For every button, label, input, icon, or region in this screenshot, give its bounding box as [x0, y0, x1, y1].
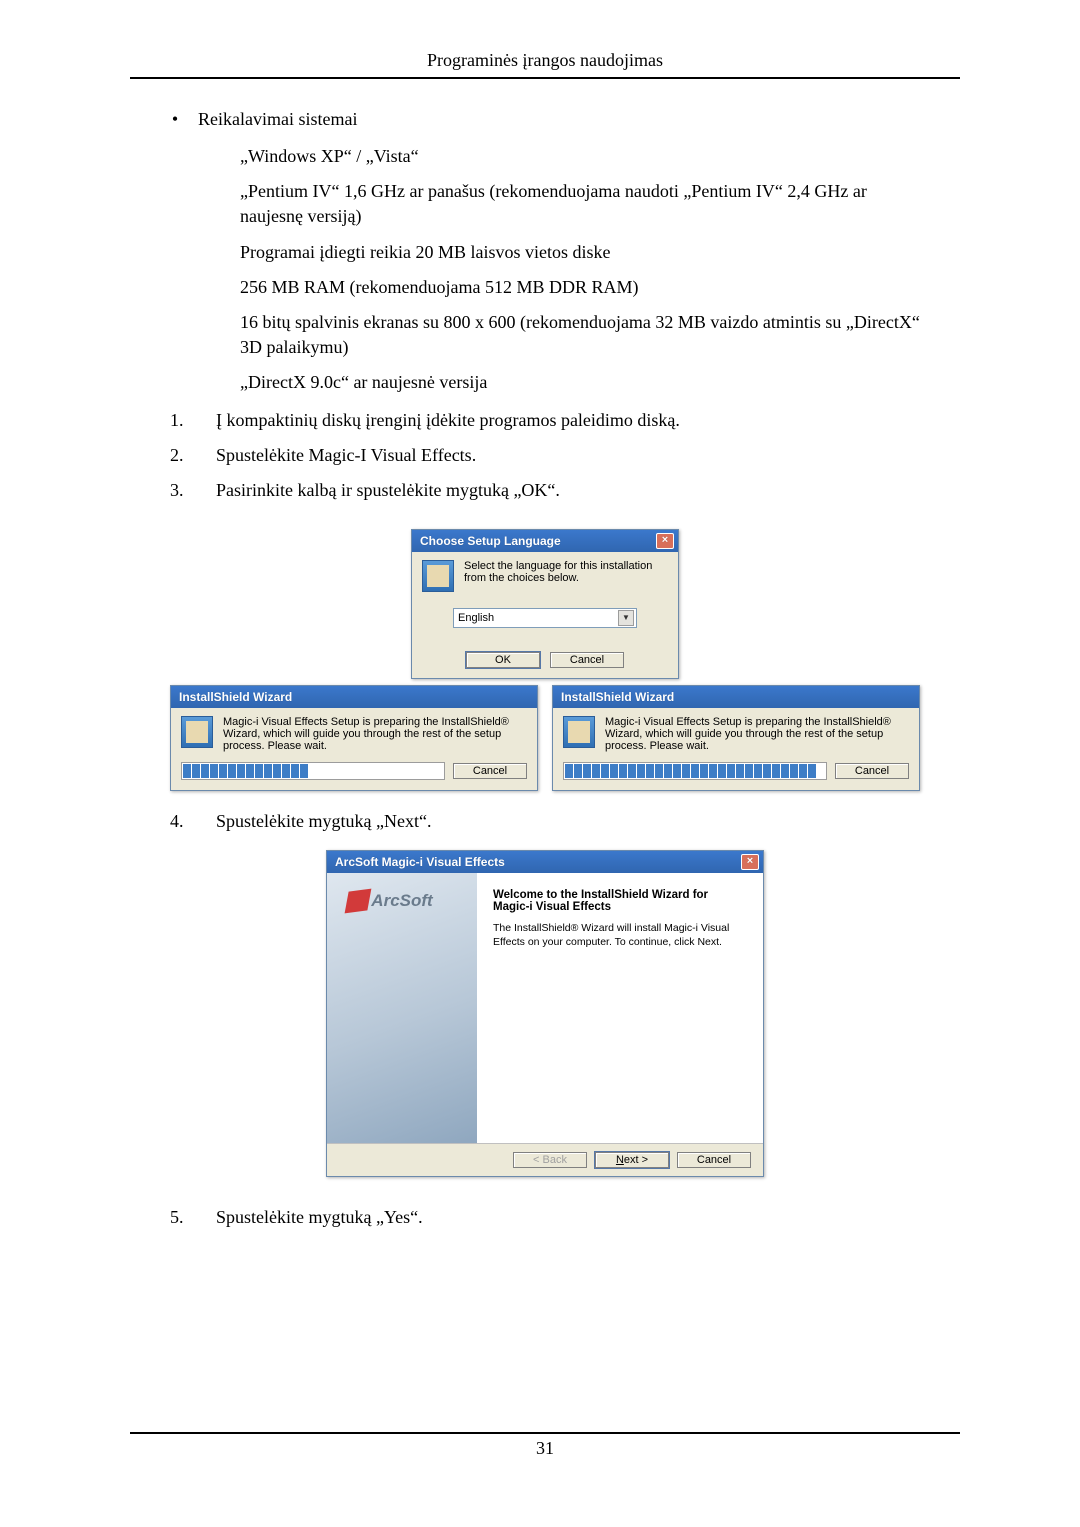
step-1-text: Į kompaktinių diskų įrenginį įdėkite pro… — [216, 410, 680, 431]
language-select[interactable]: English ▼ — [453, 608, 637, 628]
cancel-button[interactable]: Cancel — [550, 652, 624, 668]
bullet-title: Reikalavimai sistemai — [198, 109, 357, 130]
next-button[interactable]: Next > — [595, 1152, 669, 1168]
dialog-message: Magic-i Visual Effects Setup is preparin… — [605, 716, 909, 752]
wizard-text: The InstallShield® Wizard will install M… — [493, 921, 747, 949]
ok-button[interactable]: OK — [466, 652, 540, 668]
step-4-num: 4. — [170, 811, 192, 832]
step-2-text: Spustelėkite Magic-I Visual Effects. — [216, 445, 476, 466]
close-icon[interactable]: × — [741, 854, 759, 870]
step-3-num: 3. — [170, 480, 192, 501]
chevron-down-icon[interactable]: ▼ — [618, 610, 634, 626]
installshield-dialog-1: InstallShield Wizard Magic-i Visual Effe… — [170, 685, 538, 791]
footer-rule — [130, 1432, 960, 1434]
dialog-titlebar: InstallShield Wizard — [553, 686, 919, 708]
step-5: 5. Spustelėkite mygtuką „Yes“. — [170, 1207, 920, 1228]
dialog-title: Choose Setup Language — [420, 534, 561, 548]
dialog-titlebar: Choose Setup Language × — [412, 530, 678, 552]
step-2: 2. Spustelėkite Magic-I Visual Effects. — [170, 445, 920, 466]
dialog-message: Select the language for this installatio… — [464, 560, 668, 584]
cancel-button[interactable]: Cancel — [677, 1152, 751, 1168]
req-ram: 256 MB RAM (rekomenduojama 512 MB DDR RA… — [240, 275, 920, 300]
step-1-num: 1. — [170, 410, 192, 431]
brand-label: ArcSoft — [327, 891, 477, 911]
page-header: Programinės įrangos naudojimas — [130, 50, 960, 71]
step-4-text: Spustelėkite mygtuką „Next“. — [216, 811, 431, 832]
req-disk: Programai įdiegti reikia 20 MB laisvos v… — [240, 240, 920, 265]
req-os: „Windows XP“ / „Vista“ — [240, 144, 920, 169]
req-directx: „DirectX 9.0c“ ar naujesnė versija — [240, 370, 920, 395]
dialog-titlebar: InstallShield Wizard — [171, 686, 537, 708]
language-selected: English — [458, 612, 494, 624]
header-rule — [130, 77, 960, 79]
step-2-num: 2. — [170, 445, 192, 466]
step-4: 4. Spustelėkite mygtuką „Next“. — [170, 811, 920, 832]
req-display: 16 bitų spalvinis ekranas su 800 x 600 (… — [240, 310, 920, 360]
dialog-title: InstallShield Wizard — [561, 690, 674, 704]
wizard-sidebar: ArcSoft — [327, 873, 477, 1143]
dialog-titlebar: ArcSoft Magic-i Visual Effects × — [327, 851, 763, 873]
step-5-text: Spustelėkite mygtuką „Yes“. — [216, 1207, 423, 1228]
back-button: < Back — [513, 1152, 587, 1168]
page-number: 31 — [130, 1438, 960, 1459]
next-label-rest: ext > — [624, 1154, 648, 1166]
dialog-title: ArcSoft Magic-i Visual Effects — [335, 855, 505, 869]
cancel-button[interactable]: Cancel — [835, 763, 909, 779]
cancel-button[interactable]: Cancel — [453, 763, 527, 779]
choose-language-dialog: Choose Setup Language × Select the langu… — [411, 529, 679, 679]
dialog-message: Magic-i Visual Effects Setup is preparin… — [223, 716, 527, 752]
step-1: 1. Į kompaktinių diskų įrenginį įdėkite … — [170, 410, 920, 431]
close-icon[interactable]: × — [656, 533, 674, 549]
req-cpu: „Pentium IV“ 1,6 GHz ar panašus (rekomen… — [240, 179, 920, 229]
progress-bar — [181, 762, 445, 780]
step-5-num: 5. — [170, 1207, 192, 1228]
bullet-dot: • — [170, 109, 180, 130]
step-3-text: Pasirinkite kalbą ir spustelėkite mygtuk… — [216, 480, 560, 501]
installer-icon — [563, 716, 595, 748]
progress-bar — [563, 762, 827, 780]
installer-icon — [422, 560, 454, 592]
bullet-requirements: • Reikalavimai sistemai — [170, 109, 920, 130]
dialog-title: InstallShield Wizard — [179, 690, 292, 704]
arcsoft-wizard-dialog: ArcSoft Magic-i Visual Effects × ArcSoft… — [326, 850, 764, 1177]
installshield-dialog-2: InstallShield Wizard Magic-i Visual Effe… — [552, 685, 920, 791]
step-3: 3. Pasirinkite kalbą ir spustelėkite myg… — [170, 480, 920, 501]
wizard-heading: Welcome to the InstallShield Wizard for … — [493, 889, 747, 913]
installer-icon — [181, 716, 213, 748]
